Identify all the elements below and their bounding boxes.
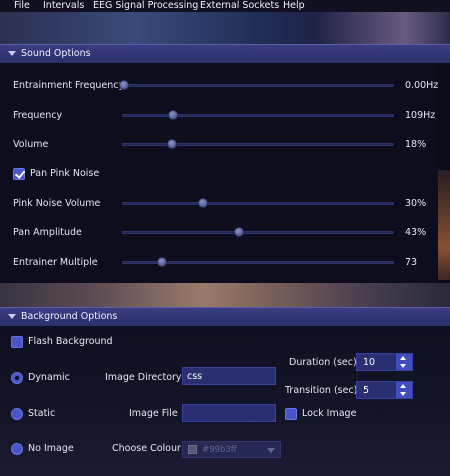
collapse-arrow-icon: [8, 51, 16, 56]
frequency-slider-thumb[interactable]: [168, 110, 178, 120]
menu-bar: File Intervals EEG Signal Processing Ext…: [0, 0, 450, 12]
sound-options-title: Sound Options: [21, 48, 91, 59]
entrainer-multiple-label: Entrainer Multiple: [13, 257, 98, 268]
entrainment-frequency-slider[interactable]: [122, 84, 394, 87]
entrainment-frequency-value: 0.00Hz: [405, 80, 439, 91]
pan-pink-noise-label: Pan Pink Noise: [30, 168, 100, 179]
dynamic-radio[interactable]: [11, 372, 23, 384]
pan-amplitude-label: Pan Amplitude: [13, 227, 82, 238]
chevron-up-icon[interactable]: [400, 356, 406, 360]
transition-spinbox[interactable]: 5: [356, 381, 413, 399]
transition-value: 5: [363, 385, 370, 396]
lock-image-label: Lock Image: [302, 408, 357, 419]
frequency-slider[interactable]: [122, 114, 394, 117]
background-canvas-right: [438, 170, 450, 280]
colour-swatch: [188, 445, 197, 454]
entrainment-frequency-label: Entrainment Frequency: [13, 80, 125, 91]
collapse-arrow-icon: [8, 314, 16, 319]
colour-value: #99b3ff: [202, 445, 237, 455]
static-radio[interactable]: [11, 408, 23, 420]
pan-amplitude-value: 43%: [405, 227, 427, 238]
volume-slider[interactable]: [122, 143, 394, 146]
pan-amplitude-slider[interactable]: [122, 231, 394, 234]
background-canvas-top: [0, 12, 450, 44]
menu-eeg-signal-processing[interactable]: EEG Signal Processing: [93, 0, 198, 12]
pink-noise-volume-value: 30%: [405, 198, 427, 209]
duration-value: 10: [363, 357, 376, 368]
menu-intervals[interactable]: Intervals: [43, 0, 84, 12]
volume-label: Volume: [13, 139, 49, 150]
image-file-input[interactable]: [182, 404, 276, 422]
transition-stepper[interactable]: [396, 382, 412, 398]
pan-amplitude-slider-thumb[interactable]: [234, 227, 244, 237]
choose-colour-dropdown[interactable]: #99b3ff: [182, 441, 281, 458]
pan-pink-noise-checkbox[interactable]: [13, 168, 25, 180]
pink-noise-volume-label: Pink Noise Volume: [13, 198, 101, 209]
background-options-title: Background Options: [21, 311, 118, 322]
chevron-down-icon[interactable]: [400, 392, 406, 396]
choose-colour-label: Choose Colour: [112, 443, 181, 454]
background-canvas-middle: [0, 283, 450, 307]
entrainer-multiple-value: 73: [405, 257, 418, 268]
image-directory-input[interactable]: css: [182, 367, 276, 385]
sound-options-header[interactable]: Sound Options: [0, 44, 450, 63]
dynamic-label: Dynamic: [28, 372, 70, 383]
transition-label: Transition (sec): [285, 385, 358, 396]
chevron-down-icon[interactable]: [267, 448, 275, 453]
frequency-value: 109Hz: [405, 110, 436, 121]
volume-slider-thumb[interactable]: [167, 139, 177, 149]
menu-external-sockets[interactable]: External Sockets: [200, 0, 279, 12]
entrainer-multiple-slider-thumb[interactable]: [157, 257, 167, 267]
flash-background-label: Flash Background: [28, 336, 113, 347]
image-file-label: Image File: [129, 408, 178, 419]
chevron-down-icon[interactable]: [400, 364, 406, 368]
frequency-label: Frequency: [13, 110, 63, 121]
static-label: Static: [28, 408, 56, 419]
pink-noise-volume-slider-thumb[interactable]: [198, 198, 208, 208]
duration-spinbox[interactable]: 10: [356, 353, 413, 371]
menu-file[interactable]: File: [14, 0, 30, 12]
lock-image-checkbox[interactable]: [285, 408, 297, 420]
menu-help[interactable]: Help: [283, 0, 305, 12]
image-directory-label: Image Directory: [105, 372, 182, 383]
duration-stepper[interactable]: [396, 354, 412, 370]
chevron-up-icon[interactable]: [400, 384, 406, 388]
entrainment-frequency-slider-thumb[interactable]: [119, 80, 129, 90]
duration-label: Duration (sec): [289, 357, 357, 368]
flash-background-checkbox[interactable]: [11, 336, 23, 348]
volume-value: 18%: [405, 139, 427, 150]
background-options-header[interactable]: Background Options: [0, 307, 450, 326]
no-image-label: No Image: [28, 443, 74, 454]
pink-noise-volume-slider[interactable]: [122, 202, 394, 205]
no-image-radio[interactable]: [11, 443, 23, 455]
